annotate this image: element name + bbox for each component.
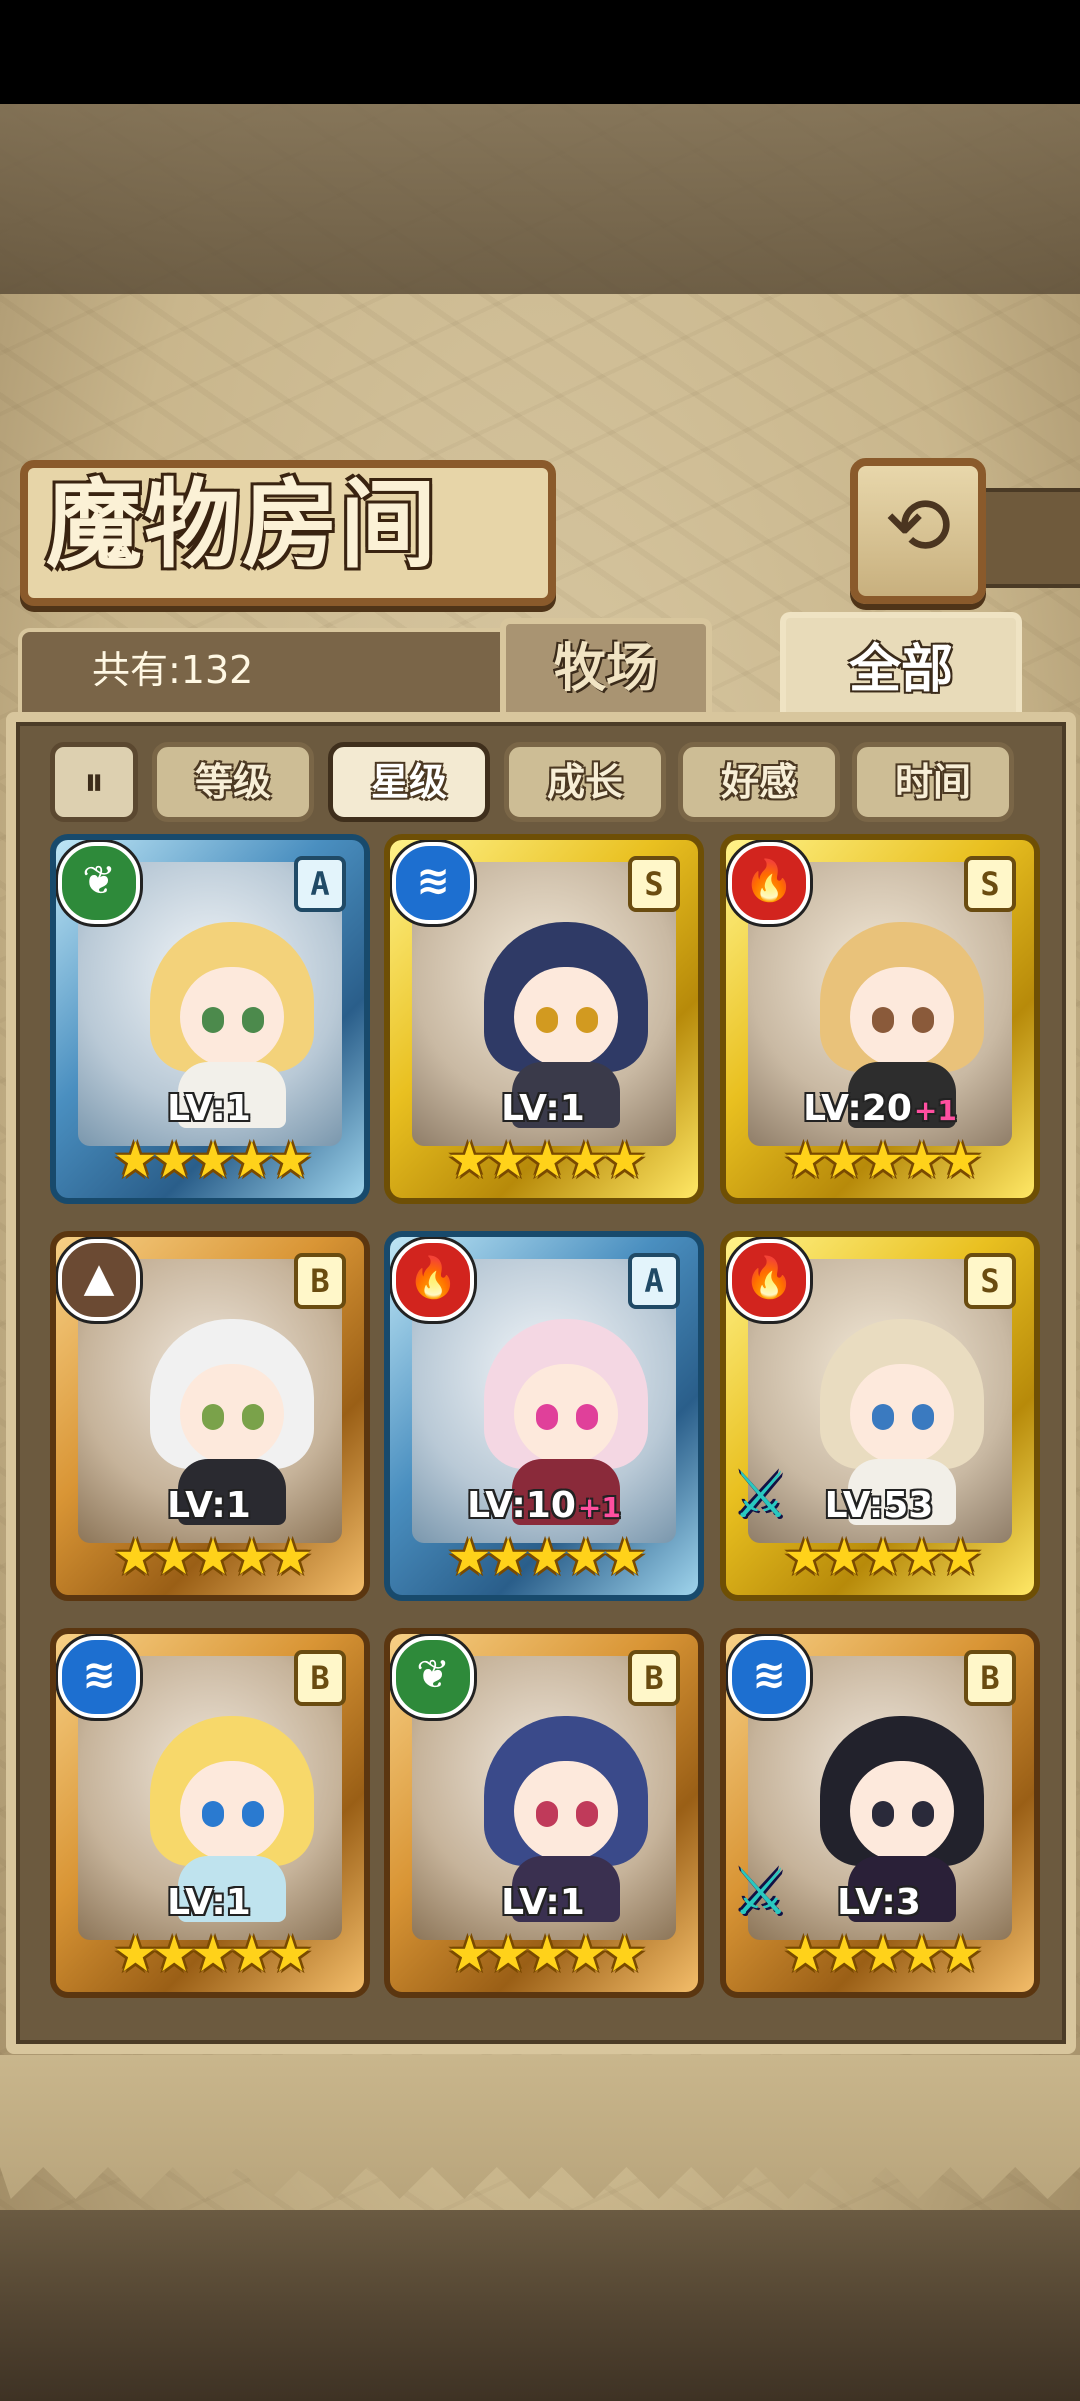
sort-by-level-button[interactable]: 等级 [152, 742, 314, 822]
level-label: LV:10+1 [390, 1485, 698, 1526]
sort-direction-icon: ⏸ [84, 759, 104, 805]
bottom-band [0, 2210, 1080, 2401]
star-rating: ★★★★★ [112, 1131, 313, 1189]
monster-card[interactable]: 🔥 S LV:20+1 ★★★★★ [720, 834, 1040, 1204]
sort-by-affection-button[interactable]: 好感 [678, 742, 840, 822]
level-value: LV:53 [824, 1485, 934, 1526]
water-element-icon: ≋ [58, 1636, 140, 1718]
rank-badge: B [294, 1650, 346, 1706]
level-label: LV:1 [390, 1088, 698, 1129]
level-value: LV:1 [501, 1088, 585, 1129]
monster-card[interactable]: ≋ B ⚔ LV:3 ★★★★★ [720, 1628, 1040, 1998]
sort-by-time-button[interactable]: 时间 [852, 742, 1014, 822]
top-band [0, 104, 1080, 294]
level-label: LV:1 [56, 1485, 364, 1526]
rank-badge: A [294, 856, 346, 912]
level-label: LV:3 [726, 1882, 1034, 1923]
sort-by-star-button[interactable]: 星级 [328, 742, 490, 822]
leaf-element-icon: ❦ [58, 842, 140, 924]
level-label: LV:53 [726, 1485, 1034, 1526]
level-bonus: +1 [913, 1094, 957, 1127]
level-label: LV:20+1 [726, 1088, 1034, 1129]
level-value: LV:1 [167, 1088, 251, 1129]
return-arrow-icon: ⟲ [884, 479, 952, 572]
level-value: LV:20 [803, 1088, 912, 1129]
star-rating: ★★★★★ [782, 1528, 983, 1586]
monster-count: 共有:132 [92, 648, 254, 692]
monster-card[interactable]: ❦ B LV:1 ★★★★★ [384, 1628, 704, 1998]
sort-by-growth-button[interactable]: 成长 [504, 742, 666, 822]
back-button[interactable]: ⟲ [850, 458, 986, 604]
leaf-element-icon: ❦ [392, 1636, 474, 1718]
level-value: LV:1 [167, 1882, 251, 1923]
rank-badge: S [628, 856, 680, 912]
tab-ranch[interactable]: 牧场 [500, 618, 712, 714]
star-rating: ★★★★★ [446, 1131, 647, 1189]
fire-element-icon: 🔥 [392, 1239, 474, 1321]
water-element-icon: ≋ [728, 1636, 810, 1718]
rank-badge: B [964, 1650, 1016, 1706]
rank-badge: S [964, 856, 1016, 912]
monster-card[interactable]: ≋ S LV:1 ★★★★★ [384, 834, 704, 1204]
fire-element-icon: 🔥 [728, 1239, 810, 1321]
monster-card[interactable]: 🔥 A LV:10+1 ★★★★★ [384, 1231, 704, 1601]
star-rating: ★★★★★ [112, 1925, 313, 1983]
level-value: LV:3 [837, 1882, 921, 1923]
fire-element-icon: 🔥 [728, 842, 810, 924]
monster-card[interactable]: 🔥 S ⚔ LV:53 ★★★★★ [720, 1231, 1040, 1601]
star-rating: ★★★★★ [446, 1925, 647, 1983]
level-label: LV:1 [56, 1088, 364, 1129]
monster-card[interactable]: ▲ B LV:1 ★★★★★ [50, 1231, 370, 1601]
water-element-icon: ≋ [392, 842, 474, 924]
tab-all[interactable]: 全部 [780, 612, 1022, 722]
star-rating: ★★★★★ [782, 1925, 983, 1983]
monster-card[interactable]: ≋ B LV:1 ★★★★★ [50, 1628, 370, 1998]
star-rating: ★★★★★ [446, 1528, 647, 1586]
monster-card[interactable]: ❦ A LV:1 ★★★★★ [50, 834, 370, 1204]
level-value: LV:1 [167, 1485, 251, 1526]
rank-badge: A [628, 1253, 680, 1309]
level-bonus: +1 [577, 1491, 621, 1524]
star-rating: ★★★★★ [782, 1131, 983, 1189]
rank-badge: B [294, 1253, 346, 1309]
page-title: 魔物房间 [46, 468, 438, 581]
level-value: LV:10 [467, 1485, 576, 1526]
sort-direction-button[interactable]: ⏸ [50, 742, 138, 822]
level-label: LV:1 [56, 1882, 364, 1923]
rank-badge: S [964, 1253, 1016, 1309]
earth-element-icon: ▲ [58, 1239, 140, 1321]
status-bar [0, 0, 1080, 104]
level-value: LV:1 [501, 1882, 585, 1923]
level-label: LV:1 [390, 1882, 698, 1923]
rank-badge: B [628, 1650, 680, 1706]
star-rating: ★★★★★ [112, 1528, 313, 1586]
